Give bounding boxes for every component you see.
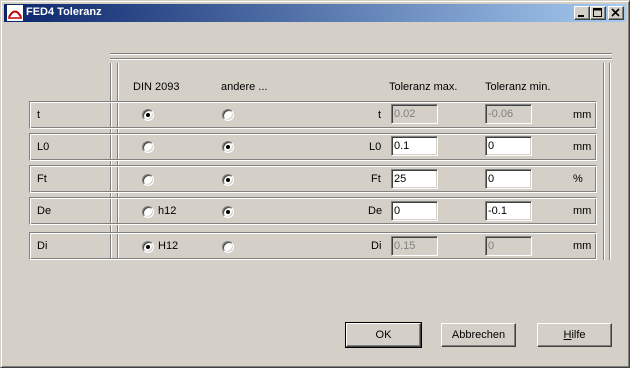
tol-min-input[interactable] xyxy=(485,169,532,189)
din-option-label: H12 xyxy=(158,240,179,252)
group-frame-left xyxy=(110,63,112,260)
title-bar[interactable]: FED4 Toleranz xyxy=(4,4,626,22)
row-label: L0 xyxy=(37,141,50,153)
header-tol-min: Toleranz min. xyxy=(485,81,551,93)
maximize-button[interactable] xyxy=(590,6,606,20)
close-button[interactable] xyxy=(608,6,624,20)
other-radio[interactable] xyxy=(222,141,234,153)
group-frame-right xyxy=(603,63,605,260)
unit-label: % xyxy=(573,173,583,185)
unit-label: mm xyxy=(573,240,592,252)
other-radio[interactable] xyxy=(222,206,234,218)
other-radio[interactable] xyxy=(222,174,234,186)
tol-max-input[interactable] xyxy=(391,236,438,256)
row-label: t xyxy=(37,109,41,121)
max-field-label: L0 xyxy=(369,141,382,153)
other-radio[interactable] xyxy=(222,109,234,121)
max-field-label: Di xyxy=(371,240,382,252)
max-field-label: Ft xyxy=(371,173,381,185)
window-title: FED4 Toleranz xyxy=(26,6,102,18)
tolerance-dialog: FED4 Toleranz DIN 2093 andere ... Tolera… xyxy=(0,0,630,368)
row-label: Ft xyxy=(37,173,47,185)
minimize-button[interactable] xyxy=(574,6,590,20)
tol-max-input[interactable] xyxy=(391,104,438,124)
din-option-label: h12 xyxy=(158,205,177,217)
tol-min-input[interactable] xyxy=(485,201,532,221)
group-frame-left-inner xyxy=(117,63,119,260)
tol-max-input[interactable] xyxy=(391,136,438,156)
din-radio[interactable] xyxy=(142,206,154,218)
other-radio[interactable] xyxy=(222,241,234,253)
row-label: Di xyxy=(37,240,48,252)
group-frame-top xyxy=(110,53,612,55)
header-tol-max: Toleranz max. xyxy=(389,81,458,93)
help-label-rest: ilfe xyxy=(571,329,586,341)
header-din: DIN 2093 xyxy=(133,81,180,93)
din-radio[interactable] xyxy=(142,241,154,253)
cancel-button[interactable]: Abbrechen xyxy=(441,323,516,347)
help-button[interactable]: Hilfe xyxy=(537,323,612,347)
unit-label: mm xyxy=(573,109,592,121)
max-field-label: t xyxy=(378,109,382,121)
header-other: andere ... xyxy=(221,81,268,93)
group-frame-right-outer xyxy=(609,63,611,260)
app-icon xyxy=(7,5,23,21)
max-field-label: De xyxy=(368,205,383,217)
tol-max-input[interactable] xyxy=(391,201,438,221)
tol-min-input[interactable] xyxy=(485,236,532,256)
group-frame-top-inner xyxy=(110,58,612,60)
din-radio[interactable] xyxy=(142,109,154,121)
tol-min-input[interactable] xyxy=(485,136,532,156)
tol-max-input[interactable] xyxy=(391,169,438,189)
row-label: De xyxy=(37,205,52,217)
din-radio[interactable] xyxy=(142,141,154,153)
unit-label: mm xyxy=(573,205,592,217)
tol-min-input[interactable] xyxy=(485,104,532,124)
din-radio[interactable] xyxy=(142,174,154,186)
unit-label: mm xyxy=(573,141,592,153)
ok-button[interactable]: OK xyxy=(345,322,422,348)
